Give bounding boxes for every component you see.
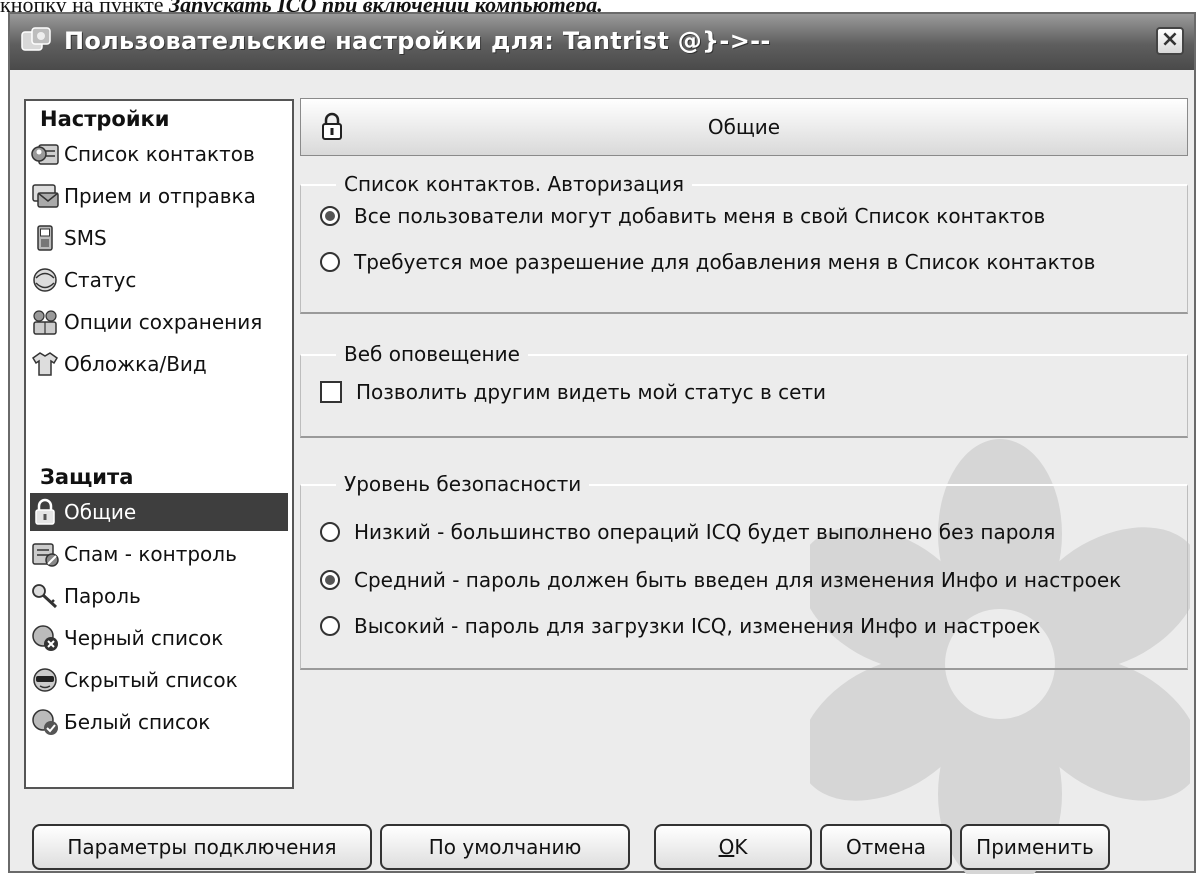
apply-button[interactable]: Применить: [960, 824, 1110, 870]
settings-window: Пользовательские настройки для: Tantrist…: [8, 12, 1196, 874]
phone-icon: [37, 225, 53, 251]
radio-button[interactable]: [320, 206, 340, 226]
nav-header-security: Защита: [40, 465, 134, 489]
defaults-button[interactable]: По умолчанию: [380, 824, 630, 870]
nav-item-general[interactable]: Общие: [30, 493, 288, 531]
nav-item-label: Общие: [64, 500, 137, 524]
group-label: Уровень безопасности: [336, 472, 590, 496]
caption-text: кнопку на пункте: [0, 0, 169, 12]
radio-require-permission[interactable]: Требуется мое разрешение для добавления …: [320, 250, 1095, 274]
lock-icon: [35, 498, 55, 525]
skin-icon: [32, 352, 58, 376]
nav-item-spam-control[interactable]: Спам - контроль: [30, 535, 288, 573]
nav-item-label: Опции сохранения: [64, 310, 263, 334]
nav-item-hidden-list[interactable]: Скрытый список: [30, 661, 288, 699]
nav-item-label: Черный список: [64, 626, 224, 650]
radio-security-medium[interactable]: Средний - пароль должен быть введен для …: [320, 568, 1121, 592]
send-receive-icon: [32, 184, 59, 208]
panel-header: Общие: [300, 98, 1188, 156]
radio-button[interactable]: [320, 252, 340, 272]
page-caption: кнопку на пункте Запускать ICQ при включ…: [0, 0, 1198, 12]
option-label: Высокий - пароль для загрузки ICQ, измен…: [354, 614, 1041, 638]
nav-item-contact-list[interactable]: Список контактов: [30, 135, 288, 173]
radio-button[interactable]: [320, 522, 340, 542]
nav-item-password[interactable]: Пароль: [30, 577, 288, 615]
option-label: Позволить другим видеть мой статус в сет…: [356, 380, 827, 404]
spam-icon: [32, 543, 59, 567]
key-icon: [32, 584, 58, 609]
group-label: Веб оповещение: [336, 342, 528, 366]
ok-button[interactable]: ОK: [654, 824, 812, 870]
ok-label: K: [734, 835, 748, 859]
nav-item-blacklist[interactable]: Черный список: [30, 619, 288, 657]
radio-button[interactable]: [320, 616, 340, 636]
nav-item-label: Скрытый список: [64, 668, 238, 692]
connection-settings-button[interactable]: Параметры подключения: [32, 824, 372, 870]
checkbox[interactable]: [320, 381, 342, 403]
nav-item-label: Список контактов: [64, 142, 255, 166]
contacts-icon: [31, 144, 59, 165]
nav-item-label: Пароль: [64, 584, 141, 608]
hidden-list-icon: [33, 668, 57, 692]
nav-item-skin[interactable]: Обложка/Вид: [30, 345, 288, 383]
group-label: Список контактов. Авторизация: [336, 172, 693, 196]
option-label: Средний - пароль должен быть введен для …: [354, 568, 1122, 592]
nav-item-sms[interactable]: SMS: [30, 219, 288, 257]
status-icon: [33, 268, 57, 292]
ok-mnemonic: О: [718, 835, 735, 859]
nav-item-label: Статус: [64, 268, 137, 292]
option-label: Все пользователи могут добавить меня в с…: [354, 204, 1046, 228]
nav-item-save-options[interactable]: Опции сохранения: [30, 303, 288, 341]
nav-item-label: Белый список: [64, 710, 211, 734]
cancel-button[interactable]: Отмена: [820, 824, 952, 870]
nav-item-label: Обложка/Вид: [64, 352, 207, 376]
blacklist-icon: [32, 625, 58, 651]
nav-item-label: Спам - контроль: [64, 542, 237, 566]
option-label: Требуется мое разрешение для добавления …: [354, 250, 1096, 274]
nav-item-label: Прием и отправка: [64, 184, 256, 208]
radio-all-users-can-add[interactable]: Все пользователи могут добавить меня в с…: [320, 204, 1045, 228]
radio-security-low[interactable]: Низкий - большинство операций ICQ будет …: [320, 520, 1055, 544]
radio-button[interactable]: [320, 570, 340, 590]
nav-header-settings: Настройки: [40, 107, 170, 131]
nav-item-label: SMS: [64, 226, 107, 250]
option-label: Низкий - большинство операций ICQ будет …: [354, 520, 1056, 544]
title-bar[interactable]: Пользовательские настройки для: Tantrist…: [10, 14, 1194, 70]
save-options-icon: [33, 310, 57, 335]
close-icon: ×: [1160, 27, 1180, 52]
settings-nav: Настройки Список контактов Прием и отпра…: [24, 99, 294, 789]
nav-item-status[interactable]: Статус: [30, 261, 288, 299]
window-title: Пользовательские настройки для: Tantrist…: [64, 27, 771, 55]
nav-item-send-receive[interactable]: Прием и отправка: [30, 177, 288, 215]
close-button[interactable]: ×: [1156, 27, 1184, 55]
caption-emphasis: Запускать ICQ при включении компьютера.: [169, 0, 603, 12]
nav-item-whitelist[interactable]: Белый список: [30, 703, 288, 741]
radio-security-high[interactable]: Высокий - пароль для загрузки ICQ, измен…: [320, 614, 1041, 638]
checkbox-show-online-status[interactable]: Позволить другим видеть мой статус в сет…: [320, 380, 826, 404]
panel-title: Общие: [707, 115, 781, 139]
app-icon: [21, 27, 51, 51]
whitelist-icon: [32, 709, 58, 735]
